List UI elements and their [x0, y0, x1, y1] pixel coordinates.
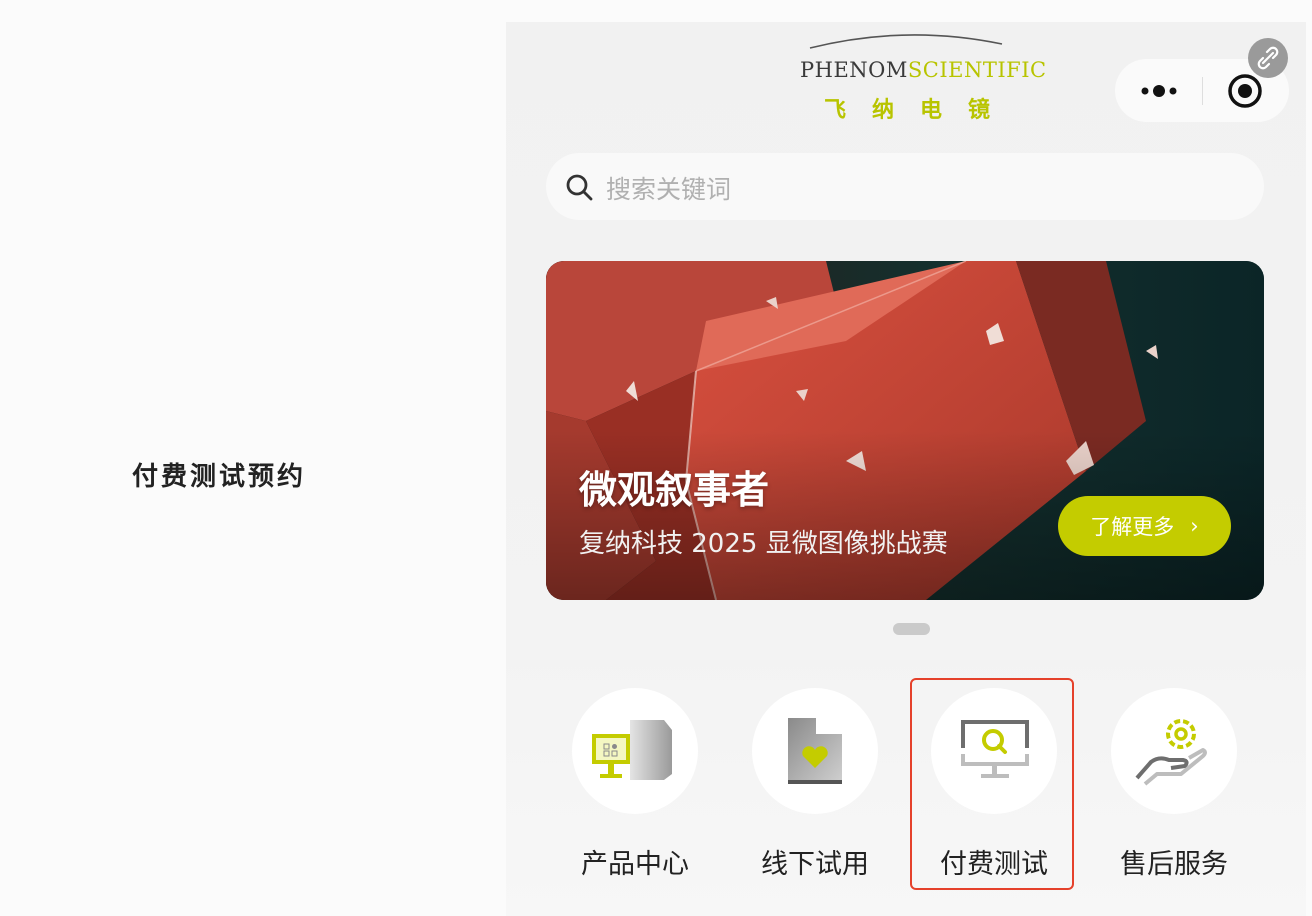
promo-banner[interactable]: 微观叙事者 复纳科技 2025 显微图像挑战赛 了解更多 ›	[546, 261, 1264, 600]
banner-subtitle: 复纳科技 2025 显微图像挑战赛	[579, 529, 948, 559]
banner-title: 微观叙事者	[579, 468, 770, 512]
product-center-icon	[572, 688, 698, 814]
after-sales-icon	[1111, 688, 1237, 814]
page-caption: 付费测试预约	[132, 462, 307, 492]
learn-more-button[interactable]: 了解更多 ›	[1058, 496, 1231, 556]
search-icon	[566, 174, 593, 201]
brand-logo: PHENOMSCIENTIFIC 飞纳电镜	[800, 30, 1046, 123]
logo-text-en: PHENOMSCIENTIFIC	[800, 58, 1046, 82]
search-placeholder: 搜索关键词	[606, 175, 732, 204]
more-options-icon[interactable]	[1137, 77, 1181, 105]
logo-phenom: PHENOM	[800, 58, 908, 82]
entry-label: 产品中心	[581, 849, 689, 880]
link-icon[interactable]	[1248, 38, 1288, 78]
entry-label: 售后服务	[1120, 849, 1228, 880]
logo-text-cn: 飞纳电镜	[824, 98, 1017, 123]
entry-product-center[interactable]: 产品中心	[556, 686, 716, 896]
close-miniprogram-icon[interactable]	[1227, 73, 1263, 109]
logo-scientific: SCIENTIFIC	[907, 58, 1047, 82]
entry-offline-trial[interactable]: 线下试用	[736, 686, 896, 896]
entry-label: 线下试用	[761, 849, 869, 880]
mini-program-screen: PHENOMSCIENTIFIC 飞纳电镜 搜索关键词 微观叙事者 复纳科技 2…	[506, 22, 1306, 916]
learn-more-label: 了解更多	[1090, 515, 1175, 539]
carousel-indicator[interactable]	[893, 623, 930, 635]
chevron-right-icon: ›	[1190, 514, 1199, 538]
capsule-divider	[1202, 77, 1203, 105]
highlight-frame	[910, 678, 1074, 890]
entry-after-sales[interactable]: 售后服务	[1095, 686, 1255, 896]
search-input[interactable]: 搜索关键词	[546, 153, 1264, 220]
logo-arc-icon	[809, 34, 1003, 49]
offline-trial-icon	[752, 688, 878, 814]
